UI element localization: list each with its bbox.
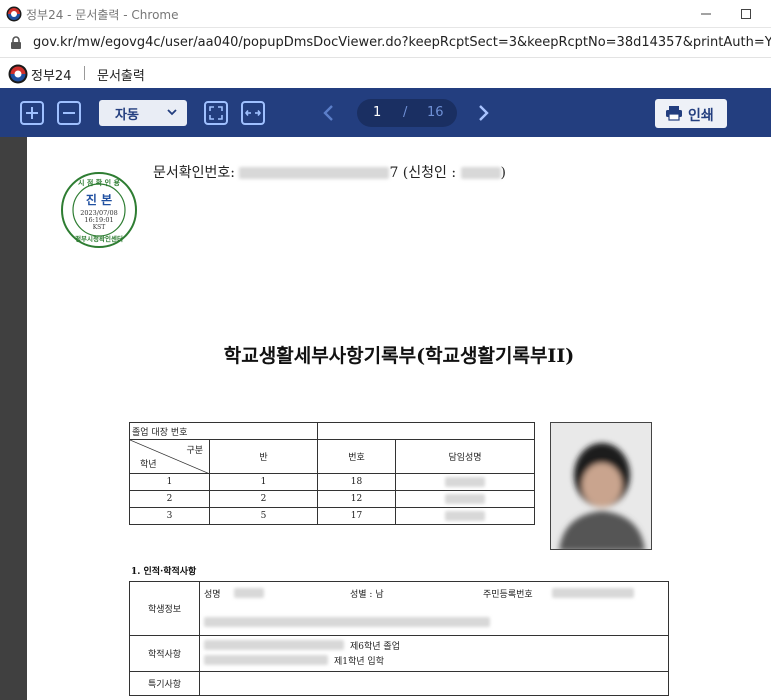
fit-width-icon[interactable] bbox=[241, 101, 265, 125]
col-number: 번호 bbox=[317, 439, 396, 474]
row-class: 2 bbox=[209, 490, 318, 508]
academic-label: 학적사항 bbox=[129, 635, 200, 672]
app-section-title: 문서출력 bbox=[97, 69, 145, 84]
row-number: 17 bbox=[317, 507, 396, 525]
table-row: 2 2 12 bbox=[129, 490, 535, 508]
page-indicator: 1 / 16 bbox=[357, 99, 457, 127]
app-name: 정부24 bbox=[31, 69, 72, 84]
total-pages: 16 bbox=[427, 105, 444, 120]
redacted-teacher bbox=[445, 510, 485, 521]
student-info-cell: 성명 성별 : 남 주민등록번호 bbox=[199, 581, 669, 636]
page-separator: / bbox=[403, 105, 408, 120]
redacted-rrn bbox=[552, 588, 634, 598]
doc-no-close: ) bbox=[500, 165, 507, 181]
viewer-gutter bbox=[0, 137, 27, 700]
special-label: 특기사항 bbox=[129, 671, 200, 696]
redacted-applicant bbox=[460, 167, 501, 179]
document-number-line: 문서확인번호: 7 (신청인 : ) bbox=[153, 162, 506, 182]
academic-line-2: 제1학년 입학 bbox=[334, 657, 384, 667]
row-grade: 2 bbox=[129, 490, 210, 508]
col-class: 반 bbox=[209, 439, 318, 474]
header-divider bbox=[84, 66, 85, 80]
student-info-label: 학생정보 bbox=[129, 581, 200, 636]
redacted-address bbox=[204, 617, 490, 627]
print-button[interactable]: 인쇄 bbox=[655, 99, 727, 128]
printer-icon bbox=[666, 106, 682, 121]
maximize-button[interactable] bbox=[732, 2, 760, 26]
document-title: 학교생활세부사항기록부(학교생활기록부II) bbox=[223, 345, 575, 367]
prev-page-icon[interactable] bbox=[322, 104, 334, 122]
col-teacher: 담임성명 bbox=[395, 439, 535, 474]
zoom-in-icon[interactable] bbox=[20, 101, 44, 125]
print-label: 인쇄 bbox=[688, 108, 714, 124]
rrn-label: 주민등록번호 bbox=[483, 590, 533, 600]
grad-number-cell bbox=[317, 422, 535, 440]
special-cell bbox=[199, 671, 669, 696]
section-personal-academic: 1. 인적·학적사항 bbox=[131, 567, 197, 577]
name-label: 성명 bbox=[204, 590, 221, 600]
zoom-value: 자동 bbox=[115, 108, 139, 123]
row-teacher bbox=[395, 507, 535, 525]
redacted-school-2 bbox=[204, 655, 328, 665]
zoom-select[interactable]: 자동 bbox=[99, 100, 187, 126]
stamp-tz: KST bbox=[93, 224, 106, 231]
personal-info-table: 학생정보 성명 성별 : 남 주민등록번호 학적사항 제6학년 졸업 제1학년 … bbox=[129, 581, 669, 696]
student-photo-image bbox=[551, 423, 651, 549]
certification-stamp: 시 점 확 인 용 진 본 2023/07/08 16:19:01 KST 정부… bbox=[61, 172, 137, 248]
document-page: 문서확인번호: 7 (신청인 : ) 시 점 확 인 용 진 본 2023/07… bbox=[27, 137, 771, 700]
row-class: 1 bbox=[209, 473, 318, 491]
row-teacher bbox=[395, 473, 535, 491]
gender-label: 성별 : 남 bbox=[350, 590, 384, 600]
academic-cell: 제6학년 졸업 제1학년 입학 bbox=[199, 635, 669, 672]
redacted-school-1 bbox=[204, 640, 344, 650]
next-page-icon[interactable] bbox=[478, 104, 490, 122]
col-gubun: 구분 bbox=[186, 446, 203, 456]
minimize-button[interactable] bbox=[692, 2, 720, 26]
stamp-bottom-text: 정부시청확인센터 bbox=[75, 234, 123, 243]
col-grade: 학년 bbox=[140, 460, 157, 470]
class-history-table: 졸업 대장 번호 구분 학년 반 번호 담임성명 1 1 18 2 2 12 3 bbox=[129, 422, 535, 525]
viewer-toolbar: 자동 1 / 16 인쇄 bbox=[0, 88, 771, 137]
row-teacher bbox=[395, 490, 535, 508]
student-photo bbox=[550, 422, 652, 550]
window-titlebar: 정부24 - 문서출력 - Chrome bbox=[0, 0, 771, 28]
redacted-doc-number bbox=[239, 167, 390, 179]
fit-page-icon[interactable] bbox=[204, 101, 228, 125]
gov24-logo-icon bbox=[6, 6, 22, 22]
table-row: 1 1 18 bbox=[129, 473, 535, 491]
row-number: 18 bbox=[317, 473, 396, 491]
row-number: 12 bbox=[317, 490, 396, 508]
url-text[interactable]: gov.kr/mw/egovg4c/user/aa040/popupDmsDoc… bbox=[33, 35, 771, 50]
redacted-teacher bbox=[445, 476, 485, 487]
minimize-icon bbox=[701, 13, 711, 15]
window-title: 정부24 - 문서출력 - Chrome bbox=[26, 8, 179, 22]
maximize-icon bbox=[741, 9, 751, 19]
redacted-name bbox=[234, 588, 264, 598]
redacted-teacher bbox=[445, 493, 485, 504]
grad-header: 졸업 대장 번호 bbox=[129, 422, 318, 440]
address-bar[interactable]: gov.kr/mw/egovg4c/user/aa040/popupDmsDoc… bbox=[0, 28, 771, 58]
chevron-down-icon bbox=[167, 109, 177, 116]
lock-icon bbox=[11, 36, 21, 49]
doc-no-label: 문서확인번호: bbox=[153, 165, 235, 181]
gov24-logo-icon bbox=[8, 64, 28, 84]
doc-no-suffix: 7 (신청인 : bbox=[389, 165, 457, 181]
academic-line-1: 제6학년 졸업 bbox=[350, 642, 400, 652]
zoom-out-icon[interactable] bbox=[57, 101, 81, 125]
stamp-time: 16:19:01 bbox=[84, 216, 113, 224]
diagonal-header-cell: 구분 학년 bbox=[129, 439, 210, 474]
current-page[interactable]: 1 bbox=[373, 105, 381, 120]
row-class: 5 bbox=[209, 507, 318, 525]
app-header: 정부24 문서출력 bbox=[0, 58, 771, 88]
row-grade: 3 bbox=[129, 507, 210, 525]
stamp-top-text: 시 점 확 인 용 bbox=[78, 178, 121, 187]
table-row: 3 5 17 bbox=[129, 507, 535, 525]
row-grade: 1 bbox=[129, 473, 210, 491]
stamp-center-text: 진 본 bbox=[86, 192, 112, 207]
